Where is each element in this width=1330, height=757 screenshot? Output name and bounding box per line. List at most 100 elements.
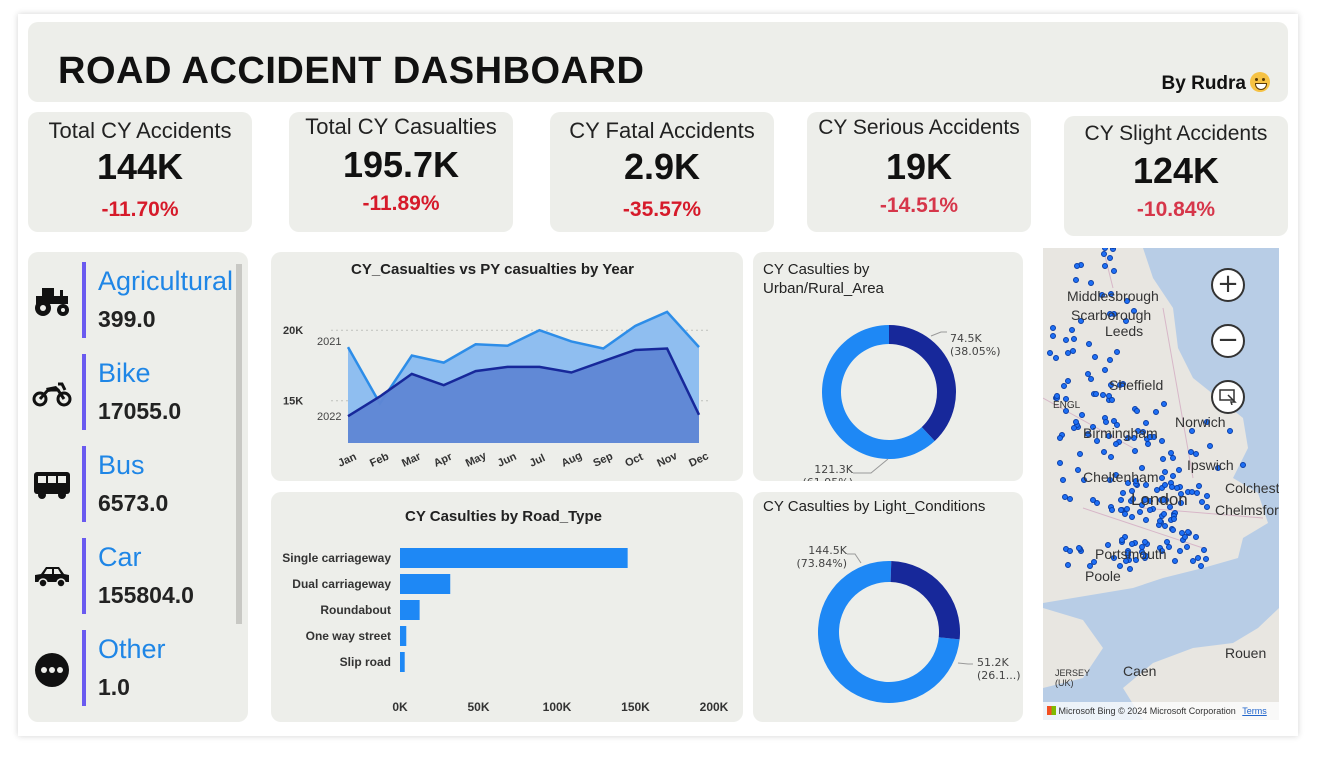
- map-terms-link[interactable]: Terms: [1242, 706, 1267, 716]
- accident-marker[interactable]: [1102, 248, 1109, 252]
- accident-marker[interactable]: [1196, 483, 1203, 490]
- accident-marker[interactable]: [1168, 449, 1175, 456]
- accident-marker[interactable]: [1060, 476, 1067, 483]
- accident-marker[interactable]: [1061, 383, 1068, 390]
- accident-marker[interactable]: [1159, 437, 1166, 444]
- accident-marker[interactable]: [1127, 566, 1134, 573]
- accident-marker[interactable]: [1172, 557, 1179, 564]
- accident-marker[interactable]: [1123, 506, 1130, 513]
- accident-marker[interactable]: [1049, 324, 1056, 331]
- accident-marker[interactable]: [1057, 434, 1064, 441]
- accident-marker[interactable]: [1193, 534, 1200, 541]
- accident-marker[interactable]: [1091, 354, 1098, 361]
- accident-marker[interactable]: [1092, 391, 1099, 398]
- accident-marker[interactable]: [1203, 503, 1210, 510]
- kpi-slight-accidents[interactable]: CY Slight Accidents 124K -10.84%: [1064, 116, 1288, 236]
- accident-marker[interactable]: [1087, 279, 1094, 286]
- casualties-by-year-panel[interactable]: CY_Casualties vs PY casualties by Year 1…: [271, 252, 743, 481]
- vehicle-item-bike[interactable]: Bike 17055.0: [28, 354, 248, 434]
- accident-marker[interactable]: [1128, 513, 1135, 520]
- accident-marker[interactable]: [1069, 348, 1076, 355]
- accident-marker[interactable]: [1101, 262, 1108, 269]
- select-area-button[interactable]: [1211, 380, 1245, 414]
- accident-marker[interactable]: [1145, 441, 1152, 447]
- accident-marker[interactable]: [1170, 527, 1177, 534]
- accident-marker[interactable]: [1101, 449, 1108, 456]
- accident-marker[interactable]: [1075, 466, 1082, 473]
- accident-marker[interactable]: [1134, 408, 1141, 415]
- vehicle-item-bus[interactable]: Bus 6573.0: [28, 446, 248, 526]
- accident-marker[interactable]: [1109, 397, 1116, 404]
- accident-marker[interactable]: [1132, 447, 1139, 454]
- accident-marker[interactable]: [1089, 496, 1096, 503]
- accident-marker[interactable]: [1175, 467, 1182, 474]
- accident-marker[interactable]: [1198, 499, 1205, 506]
- vehicle-list-scrollbar[interactable]: [236, 264, 242, 624]
- accident-marker[interactable]: [1099, 391, 1106, 398]
- accident-marker[interactable]: [1195, 555, 1202, 562]
- kpi-fatal-accidents[interactable]: CY Fatal Accidents 2.9K -35.57%: [550, 112, 774, 232]
- zoom-out-button[interactable]: −: [1211, 324, 1245, 358]
- accident-marker[interactable]: [1047, 350, 1054, 357]
- kpi-serious-accidents[interactable]: CY Serious Accidents 19K -14.51%: [807, 112, 1031, 232]
- accident-map[interactable]: Middlesbrough Scarborough Leeds Sheffiel…: [1043, 248, 1279, 720]
- accident-marker[interactable]: [1067, 495, 1074, 502]
- accident-marker[interactable]: [1070, 425, 1077, 432]
- accident-marker[interactable]: [1161, 400, 1168, 407]
- accident-marker[interactable]: [1109, 506, 1116, 513]
- accident-marker[interactable]: [1158, 474, 1165, 481]
- accident-marker[interactable]: [1101, 367, 1108, 374]
- accident-marker[interactable]: [1204, 493, 1210, 500]
- accident-marker[interactable]: [1117, 496, 1124, 503]
- accident-marker[interactable]: [1160, 456, 1167, 463]
- kpi-total-accidents[interactable]: Total CY Accidents 144K -11.70%: [28, 112, 252, 232]
- accident-marker[interactable]: [1170, 473, 1177, 480]
- accident-marker[interactable]: [1166, 544, 1173, 551]
- accident-marker[interactable]: [1152, 409, 1159, 416]
- accident-marker[interactable]: [1107, 454, 1114, 461]
- accident-marker[interactable]: [1161, 511, 1168, 518]
- accident-marker[interactable]: [1168, 483, 1175, 490]
- accident-marker[interactable]: [1085, 341, 1092, 348]
- accident-marker[interactable]: [1177, 547, 1184, 554]
- accident-marker[interactable]: [1189, 557, 1196, 564]
- accident-marker[interactable]: [1068, 327, 1075, 334]
- kpi-total-casualties[interactable]: Total CY Casualties 195.7K -11.89%: [289, 112, 513, 232]
- road-type-panel[interactable]: CY Casulties by Road_Type Single carriag…: [271, 492, 743, 722]
- vehicle-item-car[interactable]: Car 155804.0: [28, 538, 248, 618]
- accident-marker[interactable]: [1053, 393, 1060, 400]
- zoom-in-button[interactable]: +: [1211, 268, 1245, 302]
- accident-marker[interactable]: [1107, 255, 1114, 262]
- accident-marker[interactable]: [1067, 547, 1074, 554]
- accident-marker[interactable]: [1239, 461, 1246, 468]
- accident-marker[interactable]: [1100, 250, 1107, 257]
- accident-marker[interactable]: [1118, 537, 1125, 544]
- accident-marker[interactable]: [1070, 335, 1077, 342]
- accident-marker[interactable]: [1206, 442, 1213, 449]
- accident-marker[interactable]: [1049, 333, 1056, 340]
- accident-marker[interactable]: [1107, 357, 1114, 364]
- accident-marker[interactable]: [1137, 509, 1144, 516]
- accident-marker[interactable]: [1065, 562, 1072, 569]
- accident-marker[interactable]: [1077, 451, 1083, 458]
- accident-marker[interactable]: [1198, 562, 1205, 569]
- accident-marker[interactable]: [1110, 267, 1117, 274]
- vehicle-type-list[interactable]: Agricultural 399.0 Bike 17055.0 Bus 6573…: [28, 252, 248, 722]
- vehicle-item-agricultural[interactable]: Agricultural 399.0: [28, 262, 248, 342]
- accident-marker[interactable]: [1143, 517, 1150, 524]
- vehicle-item-other[interactable]: Other 1.0: [28, 630, 248, 710]
- accident-marker[interactable]: [1226, 428, 1233, 435]
- accident-marker[interactable]: [1073, 276, 1079, 283]
- accident-marker[interactable]: [1201, 546, 1208, 553]
- accident-marker[interactable]: [1073, 418, 1080, 425]
- urban-rural-panel[interactable]: CY Casulties by Urban/Rural_Area 74.5K (3…: [753, 252, 1023, 481]
- accident-marker[interactable]: [1052, 354, 1059, 361]
- accident-marker[interactable]: [1114, 349, 1121, 356]
- accident-marker[interactable]: [1170, 515, 1177, 522]
- light-conditions-panel[interactable]: CY Casulties by Light_Conditions 144.5K(…: [753, 492, 1023, 722]
- accident-marker[interactable]: [1113, 441, 1120, 448]
- accident-marker[interactable]: [1120, 490, 1127, 497]
- accident-marker[interactable]: [1056, 460, 1063, 467]
- accident-marker[interactable]: [1078, 411, 1085, 418]
- accident-marker[interactable]: [1074, 262, 1081, 269]
